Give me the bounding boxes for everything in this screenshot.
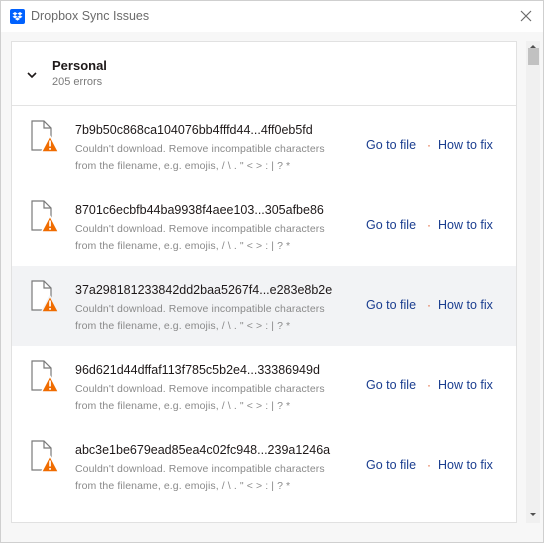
window-title: Dropbox Sync Issues [31, 9, 150, 23]
list-item: 7b9b50c868ca104076bb4fffd44...4ff0eb5fd … [12, 106, 516, 186]
sync-issues-window: Dropbox Sync Issues Personal 205 errors … [0, 0, 544, 543]
group-error-count: 205 errors [52, 76, 103, 88]
link-separator: · [427, 138, 431, 152]
error-message-detail: from the filename, e.g. emojis, / \ . " … [75, 320, 291, 332]
error-message-detail: from the filename, e.g. emojis, / \ . " … [75, 400, 291, 412]
list-item: abc3e1be679ead85ea4c02fc948...239a1246a … [12, 426, 516, 506]
file-name: 8701c6ecbfb44ba9938f4aee103...305afbe86 [75, 203, 324, 217]
link-separator: · [427, 218, 431, 232]
list-item: 37a298181233842dd2baa5267f4...e283e8b2e … [12, 266, 516, 346]
file-warning-icon [31, 120, 60, 153]
list-item: 8701c6ecbfb44ba9938f4aee103...305afbe86 … [12, 186, 516, 266]
error-message: Couldn't download. Remove incompatible c… [75, 303, 325, 315]
error-message-detail: from the filename, e.g. emojis, / \ . " … [75, 480, 291, 492]
sync-issues-list: Personal 205 errors 7b9b50c868ca104076bb… [11, 41, 517, 523]
dropbox-icon [10, 9, 25, 24]
file-warning-icon [31, 280, 60, 313]
go-to-file-link[interactable]: Go to file [366, 138, 416, 152]
how-to-fix-link[interactable]: How to fix [438, 458, 493, 472]
go-to-file-link[interactable]: Go to file [366, 378, 416, 392]
link-separator: · [427, 298, 431, 312]
close-button[interactable] [517, 7, 535, 25]
file-name: 96d621d44dffaf113f785c5b2e4...33386949d [75, 363, 320, 377]
go-to-file-link[interactable]: Go to file [366, 458, 416, 472]
link-separator: · [427, 458, 431, 472]
error-message: Couldn't download. Remove incompatible c… [75, 143, 325, 155]
error-message-detail: from the filename, e.g. emojis, / \ . " … [75, 160, 291, 172]
file-warning-icon [31, 360, 60, 393]
error-message: Couldn't download. Remove incompatible c… [75, 223, 325, 235]
how-to-fix-link[interactable]: How to fix [438, 138, 493, 152]
group-header-personal[interactable]: Personal 205 errors [12, 42, 516, 106]
file-name: 7b9b50c868ca104076bb4fffd44...4ff0eb5fd [75, 123, 313, 137]
title-bar: Dropbox Sync Issues [1, 1, 543, 32]
file-name: 37a298181233842dd2baa5267f4...e283e8b2e [75, 283, 333, 297]
error-message: Couldn't download. Remove incompatible c… [75, 383, 325, 395]
file-warning-icon [31, 200, 60, 233]
chevron-down-icon[interactable] [26, 69, 38, 81]
file-warning-icon [31, 440, 60, 473]
file-name: abc3e1be679ead85ea4c02fc948...239a1246a [75, 443, 331, 457]
how-to-fix-link[interactable]: How to fix [438, 378, 493, 392]
error-message: Couldn't download. Remove incompatible c… [75, 463, 325, 475]
group-name: Personal [52, 58, 107, 73]
link-separator: · [427, 378, 431, 392]
vertical-scrollbar[interactable] [526, 41, 540, 523]
go-to-file-link[interactable]: Go to file [366, 218, 416, 232]
error-message-detail: from the filename, e.g. emojis, / \ . " … [75, 240, 291, 252]
scrollbar-thumb[interactable] [528, 48, 539, 65]
list-item: 96d621d44dffaf113f785c5b2e4...33386949d … [12, 346, 516, 426]
how-to-fix-link[interactable]: How to fix [438, 218, 493, 232]
scroll-down-arrow-icon[interactable] [526, 507, 540, 521]
close-icon [520, 10, 532, 22]
go-to-file-link[interactable]: Go to file [366, 298, 416, 312]
how-to-fix-link[interactable]: How to fix [438, 298, 493, 312]
